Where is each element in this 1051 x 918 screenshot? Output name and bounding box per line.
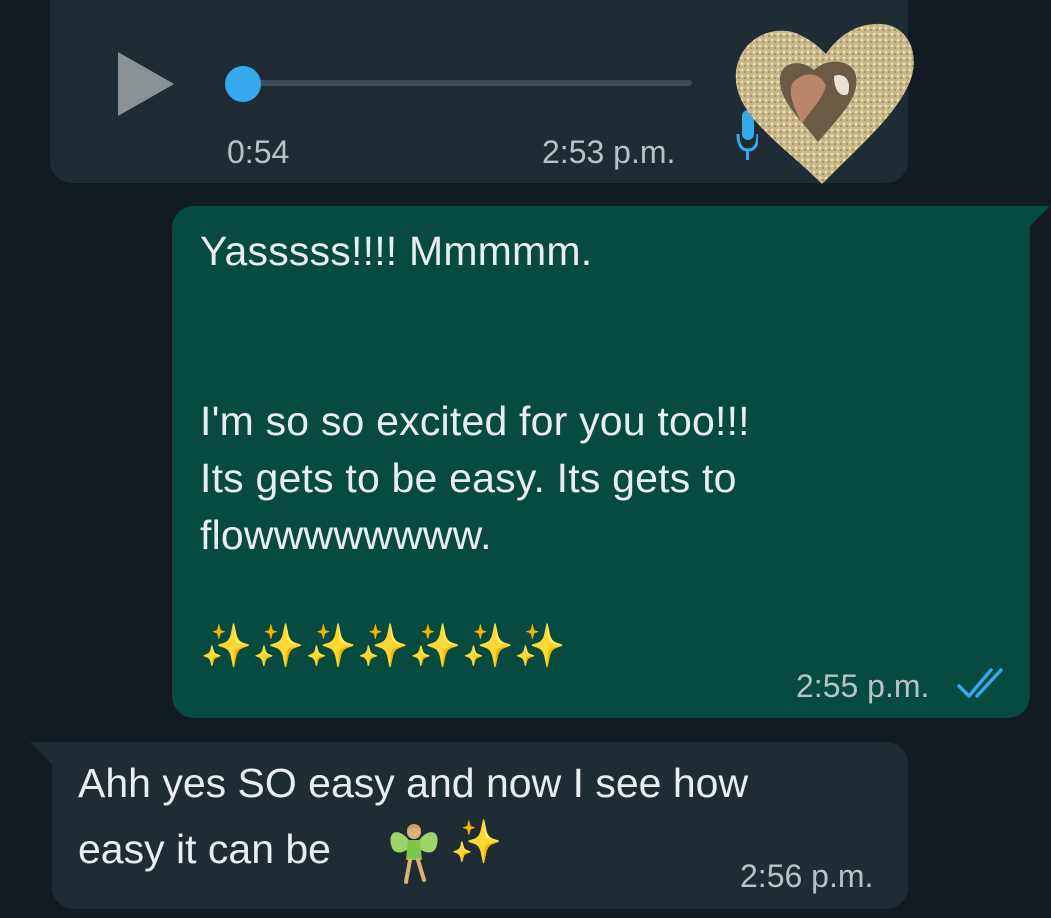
outgoing-message-time: 2:55 p.m. <box>796 668 930 704</box>
audio-progress-track[interactable] <box>240 80 692 86</box>
voice-message-time: 2:53 p.m. <box>542 134 676 170</box>
message-text-line: I'm so so excited for you too!!! <box>200 398 750 444</box>
sparkles-emoji-row: ✨✨✨✨✨✨✨ <box>200 622 567 669</box>
message-text-line: easy it can be <box>78 826 331 872</box>
voice-duration: 0:54 <box>227 134 290 170</box>
message-text-line: Ahh yes SO easy and now I see how <box>78 760 749 806</box>
double-check-icon <box>957 668 1003 698</box>
incoming-message-time: 2:56 p.m. <box>740 858 874 894</box>
audio-progress-knob[interactable] <box>225 66 261 102</box>
sparkles-emoji: ✨ <box>450 818 503 865</box>
message-text-line: flowwwwwwww. <box>200 512 492 558</box>
outgoing-bubble-tail <box>1028 206 1050 228</box>
message-text-line: Yasssss!!!! Mmmmm. <box>200 228 593 274</box>
sender-avatar <box>735 23 914 185</box>
fairy-emoji-icon <box>390 824 438 884</box>
message-text-line: Its gets to be easy. Its gets to <box>200 455 737 501</box>
play-icon[interactable] <box>118 52 174 116</box>
incoming-bubble-tail <box>30 742 52 764</box>
